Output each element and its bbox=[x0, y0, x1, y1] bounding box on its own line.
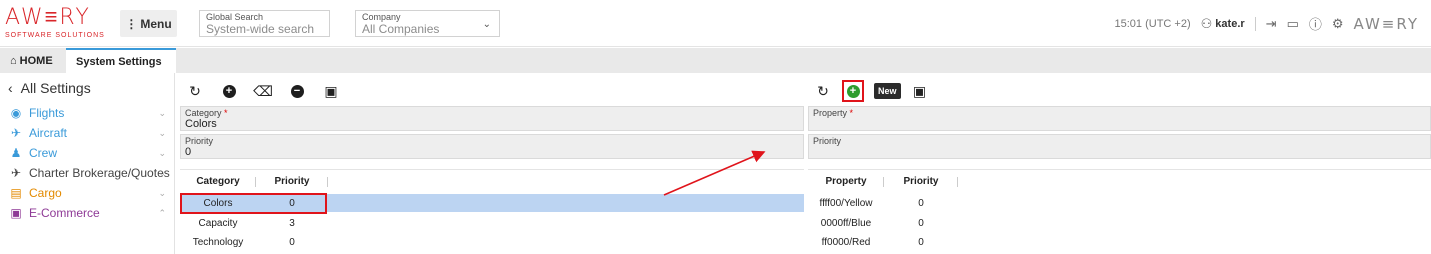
annotation-arrow bbox=[663, 150, 766, 196]
